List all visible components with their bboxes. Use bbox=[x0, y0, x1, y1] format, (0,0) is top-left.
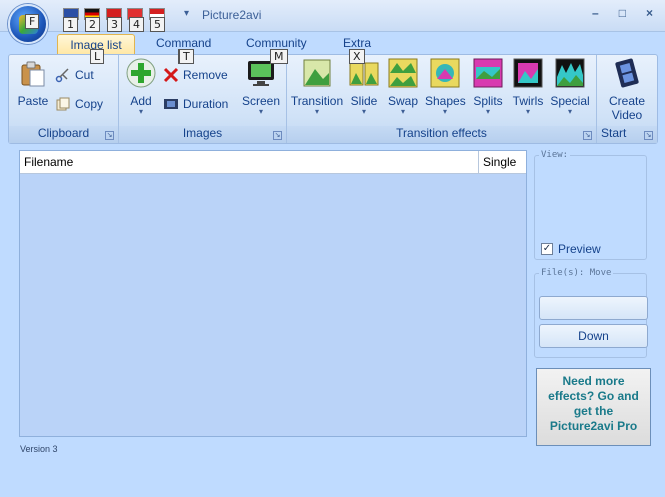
transition-effects-launcher-icon[interactable]: ↘ bbox=[583, 131, 592, 140]
version-label: Version 3 bbox=[20, 444, 58, 454]
remove-button[interactable]: Remove bbox=[163, 67, 228, 83]
list-header: Filename Single bbox=[20, 151, 526, 174]
move-up-button[interactable] bbox=[539, 296, 648, 320]
start-launcher-icon[interactable]: ↘ bbox=[644, 131, 653, 140]
duration-button[interactable]: Duration bbox=[163, 96, 228, 112]
copy-icon bbox=[56, 97, 70, 111]
column-single[interactable]: Single bbox=[478, 151, 526, 174]
images-launcher-icon[interactable]: ↘ bbox=[273, 131, 282, 140]
paste-icon bbox=[21, 61, 45, 87]
transition-icon bbox=[303, 59, 331, 87]
preview-label: Preview bbox=[558, 242, 601, 256]
film-camera-icon bbox=[615, 58, 639, 88]
tab-extra[interactable]: Extra bbox=[343, 36, 371, 50]
tab-community[interactable]: Community bbox=[246, 36, 307, 50]
qat-customize-icon[interactable]: ▾ bbox=[184, 8, 189, 19]
files-move-panel: File(s): Move Down bbox=[534, 268, 648, 358]
minimize-button[interactable]: – bbox=[592, 6, 599, 20]
window-title: Picture2avi bbox=[202, 8, 262, 22]
remove-x-icon bbox=[163, 67, 179, 83]
screen-dropdown-icon: ▾ bbox=[258, 107, 263, 116]
transition-effects-group: Transition ▾ Slide ▾ X Swap ▾ Shapes ▾ S… bbox=[287, 49, 597, 143]
special-icon bbox=[555, 58, 585, 88]
view-panel-legend: View: bbox=[539, 150, 571, 160]
transition-button[interactable]: Transition ▾ bbox=[290, 57, 344, 116]
start-group: Create Video Start ↘ bbox=[597, 55, 657, 143]
maximize-button[interactable]: □ bbox=[619, 6, 626, 20]
scissors-icon bbox=[55, 68, 69, 83]
keytip-file: F bbox=[25, 14, 40, 29]
twirls-icon bbox=[513, 58, 543, 88]
ribbon: Paste Cut Copy Clipboard ↘ Add ▾ Remove … bbox=[8, 49, 658, 144]
images-group-label: Images bbox=[119, 126, 286, 143]
swap-button[interactable]: Swap ▾ bbox=[385, 57, 421, 116]
keytip-qat-5: 5 bbox=[150, 17, 165, 32]
keytip-image-list: L bbox=[90, 49, 105, 64]
shapes-icon bbox=[430, 58, 460, 88]
create-video-button[interactable]: Create Video bbox=[601, 57, 653, 122]
images-group: Add ▾ Remove Duration T Screen ▾ Images … bbox=[119, 49, 287, 143]
keytip-qat-4: 4 bbox=[129, 17, 144, 32]
keytip-qat-3: 3 bbox=[107, 17, 122, 32]
add-icon bbox=[126, 58, 156, 88]
close-button[interactable]: × bbox=[646, 6, 653, 20]
film-strip-icon bbox=[164, 99, 178, 109]
transition-effects-group-label: Transition effects bbox=[287, 126, 596, 143]
clipboard-launcher-icon[interactable]: ↘ bbox=[105, 131, 114, 140]
keytip-qat-1: 1 bbox=[63, 17, 78, 32]
pro-promo-button[interactable]: Need more effects? Go and get the Pictur… bbox=[536, 368, 651, 446]
add-button[interactable]: Add ▾ bbox=[123, 57, 159, 116]
tab-command[interactable]: Command bbox=[156, 36, 211, 50]
copy-button[interactable]: Copy bbox=[55, 96, 103, 112]
title-bar: F 1 2 3 4 5 ▾ Picture2avi – □ × bbox=[0, 0, 665, 44]
splits-button[interactable]: Splits ▾ bbox=[470, 57, 506, 116]
keytip-remove: T bbox=[179, 49, 194, 64]
move-down-button[interactable]: Down bbox=[539, 324, 648, 348]
swap-icon bbox=[388, 58, 418, 88]
paste-button[interactable]: Paste bbox=[15, 57, 51, 108]
screen-button[interactable]: Screen ▾ bbox=[239, 57, 283, 116]
clipboard-group-label: Clipboard bbox=[9, 126, 118, 143]
keytip-slide: X bbox=[349, 49, 365, 64]
slide-button[interactable]: Slide ▾ bbox=[347, 57, 381, 116]
view-panel: View: ✓ Preview bbox=[534, 150, 647, 260]
check-icon: ✓ bbox=[541, 243, 553, 255]
add-dropdown-icon: ▾ bbox=[138, 107, 143, 116]
special-button[interactable]: Special ▾ bbox=[549, 57, 591, 116]
image-list[interactable]: Filename Single bbox=[19, 150, 527, 437]
column-filename[interactable]: Filename bbox=[20, 151, 478, 174]
preview-checkbox[interactable]: ✓ Preview bbox=[541, 242, 601, 256]
keytip-community: M bbox=[270, 49, 288, 64]
clipboard-group: Paste Cut Copy Clipboard ↘ bbox=[9, 55, 119, 143]
twirls-button[interactable]: Twirls ▾ bbox=[509, 57, 547, 116]
files-move-legend: File(s): Move bbox=[539, 268, 614, 278]
cut-button[interactable]: Cut bbox=[55, 67, 94, 83]
shapes-button[interactable]: Shapes ▾ bbox=[425, 57, 466, 116]
splits-icon bbox=[473, 58, 503, 88]
keytip-qat-2: 2 bbox=[85, 17, 100, 32]
